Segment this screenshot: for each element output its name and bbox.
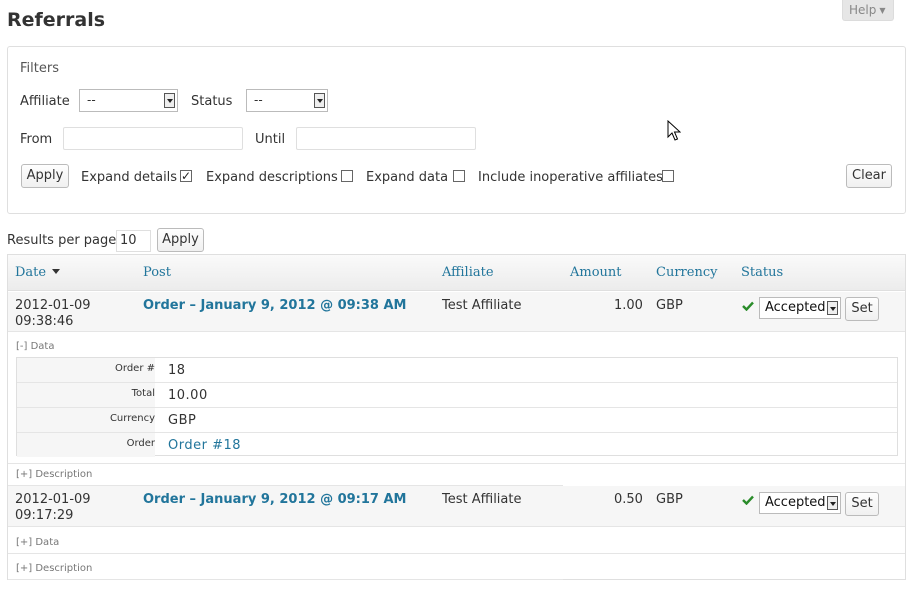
include-inoperative-label: Include inoperative affiliates xyxy=(478,170,663,185)
row-date: 2012-01-09 xyxy=(15,298,91,313)
row-data-details: Order # 18 Total 10.00 Currency GBP Orde… xyxy=(16,357,898,458)
expand-descriptions-checkbox[interactable] xyxy=(341,170,353,182)
table-row: 2012-01-09 09:17:29 Order – January 9, 2… xyxy=(8,486,905,527)
accepted-check-icon xyxy=(742,495,754,505)
affiliate-select[interactable]: -- xyxy=(79,89,178,112)
page-title: Referrals xyxy=(7,9,106,31)
row-amount: 1.00 xyxy=(614,298,643,313)
row-status-value: Accepted xyxy=(765,300,826,315)
row-status-select[interactable]: Accepted xyxy=(759,297,841,319)
until-label: Until xyxy=(255,132,286,147)
dropdown-arrow-icon xyxy=(314,93,325,108)
from-label: From xyxy=(20,132,53,147)
row-status-value: Accepted xyxy=(765,495,826,510)
filters-panel: Filters Affiliate -- Status -- From Unti… xyxy=(7,46,906,214)
help-tab[interactable]: Help ▼ xyxy=(842,0,894,21)
filters-apply-button[interactable]: Apply xyxy=(21,164,69,188)
data-value: 18 xyxy=(168,363,186,378)
affiliate-select-value: -- xyxy=(87,93,96,107)
accepted-check-icon xyxy=(742,301,754,311)
row-set-button[interactable]: Set xyxy=(845,297,879,321)
data-row: Total 10.00 xyxy=(17,383,897,408)
row-date: 2012-01-09 xyxy=(15,492,91,507)
row-set-button[interactable]: Set xyxy=(845,492,879,516)
row-amount: 0.50 xyxy=(614,492,643,507)
row-affiliate: Test Affiliate xyxy=(442,492,522,507)
data-key: Currency xyxy=(17,408,155,432)
mouse-cursor-icon xyxy=(667,120,681,141)
column-currency[interactable]: Currency xyxy=(656,265,717,280)
help-label: Help xyxy=(849,3,877,17)
results-per-page-input[interactable]: 10 xyxy=(116,230,151,252)
column-status[interactable]: Status xyxy=(741,265,783,280)
data-key: Order xyxy=(17,433,155,457)
column-affiliate[interactable]: Affiliate xyxy=(442,265,494,280)
affiliate-label: Affiliate xyxy=(20,94,70,109)
data-key: Order # xyxy=(17,358,155,382)
row-status-select[interactable]: Accepted xyxy=(759,492,841,514)
status-select-value: -- xyxy=(254,93,263,107)
column-date[interactable]: Date xyxy=(15,265,61,280)
clear-button[interactable]: Clear xyxy=(846,164,892,188)
data-row: Order # 18 xyxy=(17,358,897,383)
row-time: 09:38:46 xyxy=(15,314,74,329)
expand-data-checkbox[interactable] xyxy=(453,170,465,182)
chevron-down-icon: ▼ xyxy=(879,6,886,15)
data-toggle[interactable]: [+] Data xyxy=(16,537,59,548)
filters-title: Filters xyxy=(20,61,59,76)
column-post[interactable]: Post xyxy=(143,265,171,280)
table-header: Date Post Affiliate Amount Currency Stat… xyxy=(8,255,905,291)
status-filter-select[interactable]: -- xyxy=(246,89,328,112)
row-currency: GBP xyxy=(656,492,683,507)
dropdown-arrow-icon xyxy=(164,93,175,108)
row-time: 09:17:29 xyxy=(15,508,74,523)
sort-desc-icon xyxy=(52,269,61,274)
results-per-page-label: Results per page xyxy=(7,233,117,248)
data-value: Order #18 xyxy=(168,438,241,453)
row-post-link[interactable]: Order – January 9, 2012 @ 09:38 AM xyxy=(143,298,407,313)
data-row: Currency GBP xyxy=(17,408,897,433)
column-amount[interactable]: Amount xyxy=(570,265,622,280)
expand-data-label: Expand data xyxy=(366,170,449,185)
data-key: Total xyxy=(17,383,155,407)
column-date-label: Date xyxy=(15,265,47,280)
expand-details-label: Expand details xyxy=(81,170,178,185)
row-separator xyxy=(8,463,905,464)
data-toggle[interactable]: [-] Data xyxy=(16,341,54,352)
description-toggle[interactable]: [+] Description xyxy=(16,469,92,480)
results-apply-button[interactable]: Apply xyxy=(157,228,204,252)
row-separator xyxy=(8,579,563,580)
table-row: 2012-01-09 09:38:46 Order – January 9, 2… xyxy=(8,292,905,332)
data-value: 10.00 xyxy=(168,388,208,403)
row-currency: GBP xyxy=(656,298,683,313)
status-label: Status xyxy=(191,94,233,109)
data-row: Order Order #18 xyxy=(17,433,897,458)
order-link[interactable]: Order #18 xyxy=(168,438,241,453)
row-post-link[interactable]: Order – January 9, 2012 @ 09:17 AM xyxy=(143,492,407,507)
referrals-table: Date Post Affiliate Amount Currency Stat… xyxy=(7,254,906,580)
dropdown-arrow-icon xyxy=(827,301,838,315)
row-separator xyxy=(8,553,905,554)
include-inoperative-checkbox[interactable] xyxy=(662,170,674,182)
from-date-input[interactable] xyxy=(63,127,243,150)
row-affiliate: Test Affiliate xyxy=(442,298,522,313)
expand-details-checkbox[interactable]: ✓ xyxy=(180,170,192,182)
description-toggle[interactable]: [+] Description xyxy=(16,563,92,574)
dropdown-arrow-icon xyxy=(827,496,838,510)
data-value: GBP xyxy=(168,413,197,428)
expand-descriptions-label: Expand descriptions xyxy=(206,170,338,185)
until-date-input[interactable] xyxy=(296,127,476,150)
